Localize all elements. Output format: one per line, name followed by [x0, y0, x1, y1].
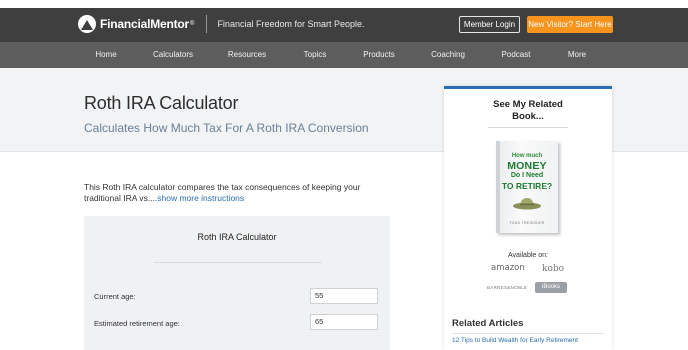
related-articles-divider — [452, 333, 604, 334]
nav-item-podcast[interactable]: Podcast — [502, 42, 531, 68]
nav-item-coaching[interactable]: Coaching — [431, 42, 465, 68]
logo-mountain-icon — [78, 15, 96, 33]
top-bar: FinancialMentor ® Financial Freedom for … — [0, 8, 688, 42]
nav-item-calculators[interactable]: Calculators — [153, 42, 193, 68]
book-title-line1: How much — [511, 153, 543, 159]
book-title-line3: Do I Need — [510, 172, 544, 179]
current-age-label: Current age: — [94, 292, 136, 301]
calculator-title: Roth IRA Calculator — [197, 232, 277, 242]
book-title-line4: TO RETIRE? — [501, 181, 553, 191]
book-title-line2: MONEY — [507, 160, 547, 172]
retirement-age-input[interactable]: 65 — [310, 314, 378, 330]
related-articles-title: Related Articles — [452, 318, 524, 329]
calculator-panel: Roth IRA Calculator Current age: 55 Esti… — [84, 216, 390, 350]
sidebar-divider — [488, 127, 568, 128]
main-nav: Home Calculators Resources Topics Produc… — [0, 42, 688, 68]
nav-item-topics[interactable]: Topics — [304, 42, 327, 68]
book-cover[interactable]: How much MONEY Do I Need TO RETIRE? TODD… — [496, 141, 558, 233]
page-subtitle: Calculates How Much Tax For A Roth IRA C… — [84, 121, 369, 135]
related-book-heading-line1: See My Related — [493, 99, 563, 110]
hat-icon — [513, 198, 541, 210]
barnes-noble-store-logo[interactable]: BARNES&NOBLE — [487, 285, 527, 290]
ibooks-store-logo[interactable]: iBooks — [535, 282, 567, 293]
nav-item-products[interactable]: Products — [363, 42, 395, 68]
tagline: Financial Freedom for Smart People. — [217, 19, 365, 29]
current-age-input[interactable]: 55 — [310, 288, 378, 304]
available-on-label: Available on: — [508, 252, 548, 259]
related-article-link[interactable]: 12 Tips to Build Wealth for Early Retire… — [452, 337, 578, 344]
calculator-divider — [154, 262, 322, 263]
retirement-age-label: Estimated retirement age: — [94, 319, 180, 328]
page: FinancialMentor ® Financial Freedom for … — [0, 0, 688, 350]
page-title: Roth IRA Calculator — [84, 93, 239, 113]
sidebar: See My Related Book... How much MONEY Do… — [444, 86, 612, 350]
member-login-button[interactable]: Member Login — [459, 16, 520, 33]
kobo-store-logo[interactable]: kobo — [542, 264, 564, 274]
brand-name: FinancialMentor — [100, 17, 190, 31]
related-book-heading: See My Related Book... — [444, 99, 612, 123]
new-visitor-button[interactable]: New Visitor? Start Here — [527, 16, 613, 33]
nav-item-home[interactable]: Home — [95, 42, 116, 68]
show-more-link[interactable]: show more instructions — [157, 193, 244, 203]
site-logo[interactable]: FinancialMentor ® Financial Freedom for … — [78, 15, 365, 33]
nav-item-more[interactable]: More — [568, 42, 586, 68]
related-book-heading-line2: Book... — [512, 111, 544, 122]
nav-item-resources[interactable]: Resources — [228, 42, 266, 68]
logo-divider — [206, 15, 208, 33]
amazon-store-logo[interactable]: amazon — [491, 263, 525, 273]
intro-text: This Roth IRA calculator compares the ta… — [84, 182, 394, 204]
brand-mark: ® — [190, 21, 195, 27]
book-author: TODD TRESIDDER — [509, 221, 545, 225]
